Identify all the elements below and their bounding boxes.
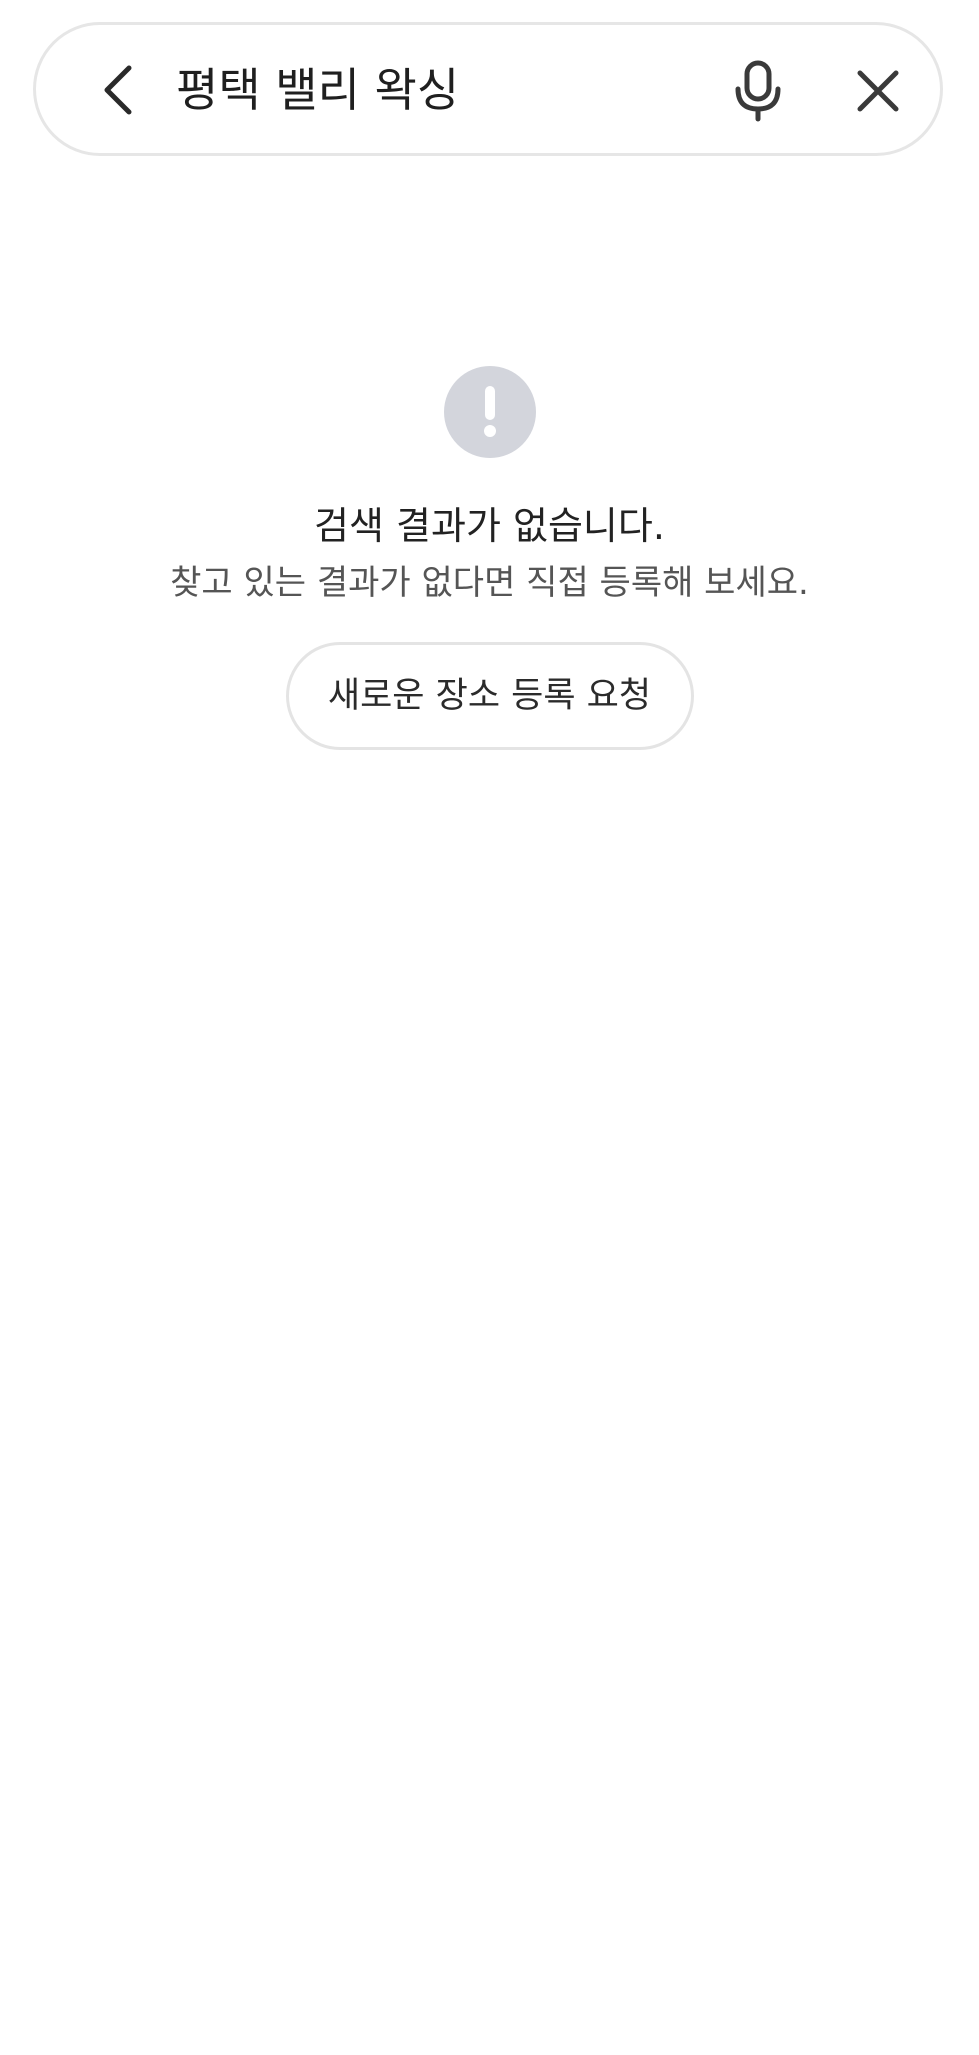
voice-search-button[interactable] bbox=[716, 49, 800, 133]
microphone-icon bbox=[735, 60, 781, 122]
empty-state-title: 검색 결과가 없습니다. bbox=[314, 504, 665, 548]
exclamation-icon bbox=[443, 366, 536, 458]
clear-search-button[interactable] bbox=[836, 49, 920, 133]
close-icon bbox=[857, 70, 899, 112]
empty-state-subtitle: 찾고 있는 결과가 없다면 직접 등록해 보세요. bbox=[170, 563, 809, 603]
register-new-place-button[interactable]: 새로운 장소 등록 요청 bbox=[285, 642, 694, 750]
chevron-left-icon bbox=[104, 65, 132, 115]
empty-state: 검색 결과가 없습니다. 찾고 있는 결과가 없다면 직접 등록해 보세요. 새… bbox=[0, 366, 979, 750]
search-bar: 평택 밸리 왁싱 bbox=[33, 22, 943, 156]
back-button[interactable] bbox=[84, 55, 154, 125]
search-input[interactable]: 평택 밸리 왁싱 bbox=[176, 53, 459, 127]
